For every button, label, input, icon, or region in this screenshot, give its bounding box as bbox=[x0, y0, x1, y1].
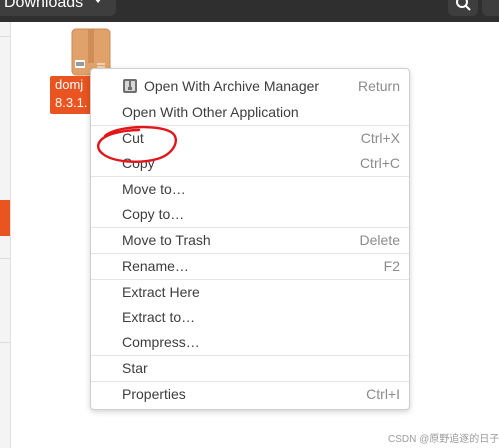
path-label: Downloads bbox=[4, 0, 84, 11]
menu-item-move-to-trash[interactable]: Move to Trash Delete bbox=[91, 228, 409, 252]
sidebar-item-active[interactable] bbox=[0, 200, 10, 236]
watermark: CSDN @原野追逐的日子 bbox=[388, 434, 499, 445]
menu-item-label: Properties bbox=[122, 386, 186, 402]
menu-item-label: Copy to… bbox=[122, 206, 185, 222]
sidebar-divider bbox=[0, 258, 10, 259]
menu-item-copy[interactable]: Copy Ctrl+C bbox=[91, 151, 409, 175]
path-bar-button[interactable]: Downloads bbox=[0, 0, 116, 16]
menu-item-shortcut: Ctrl+X bbox=[360, 130, 400, 146]
menu-item-label: Extract Here bbox=[122, 284, 200, 300]
chevron-down-icon bbox=[95, 0, 101, 3]
file-name-label[interactable]: domj 8.3.1. bbox=[50, 76, 94, 114]
search-icon bbox=[456, 0, 471, 11]
menu-item-shortcut: Return bbox=[357, 78, 400, 94]
menu-item-extract-here[interactable]: Extract Here bbox=[91, 280, 409, 304]
menu-item-label: Copy bbox=[122, 155, 155, 171]
menu-item-label: Cut bbox=[122, 130, 144, 146]
menu-item-move-to[interactable]: Move to… bbox=[91, 177, 409, 201]
menu-item-label: Extract to… bbox=[122, 309, 196, 325]
search-button[interactable] bbox=[448, 0, 478, 16]
menu-item-shortcut: Ctrl+C bbox=[359, 155, 400, 171]
menu-item-label: Move to Trash bbox=[122, 232, 211, 248]
menu-item-cut[interactable]: Cut Ctrl+X bbox=[91, 126, 409, 150]
menu-item-label: Open With Archive Manager bbox=[144, 78, 320, 94]
menu-item-label: Star bbox=[122, 360, 148, 376]
sidebar-divider bbox=[0, 342, 10, 343]
menu-item-rename[interactable]: Rename… F2 bbox=[91, 254, 409, 278]
file-name-line-1: domj bbox=[55, 77, 84, 92]
menu-item-copy-to[interactable]: Copy to… bbox=[91, 202, 409, 226]
menu-item-label: Rename… bbox=[122, 258, 189, 274]
header-bar: Downloads bbox=[0, 0, 499, 22]
menu-item-label: Compress… bbox=[122, 334, 200, 350]
sidebar-divider bbox=[0, 36, 10, 37]
menu-item-extract-to[interactable]: Extract to… bbox=[91, 305, 409, 329]
archive-manager-icon bbox=[123, 79, 137, 93]
menu-item-label: Move to… bbox=[122, 181, 186, 197]
menu-item-compress[interactable]: Compress… bbox=[91, 330, 409, 354]
menu-item-star[interactable]: Star bbox=[91, 356, 409, 380]
menu-item-shortcut: F2 bbox=[383, 258, 400, 274]
nautilus-window: Downloads domj 8.3.1. Open With Archive … bbox=[0, 0, 499, 448]
view-menu-button[interactable] bbox=[482, 0, 499, 16]
file-name-line-2: 8.3.1. bbox=[55, 95, 88, 110]
sidebar bbox=[0, 22, 11, 448]
menu-item-open-other-application[interactable]: Open With Other Application bbox=[91, 100, 409, 124]
context-menu: Open With Archive Manager Return Open Wi… bbox=[90, 68, 410, 410]
menu-item-open-archive-manager[interactable]: Open With Archive Manager Return bbox=[91, 74, 409, 98]
menu-item-shortcut: Ctrl+I bbox=[366, 386, 400, 402]
menu-item-label: Open With Other Application bbox=[122, 104, 299, 120]
menu-item-shortcut: Delete bbox=[359, 232, 400, 248]
menu-item-properties[interactable]: Properties Ctrl+I bbox=[91, 382, 409, 406]
